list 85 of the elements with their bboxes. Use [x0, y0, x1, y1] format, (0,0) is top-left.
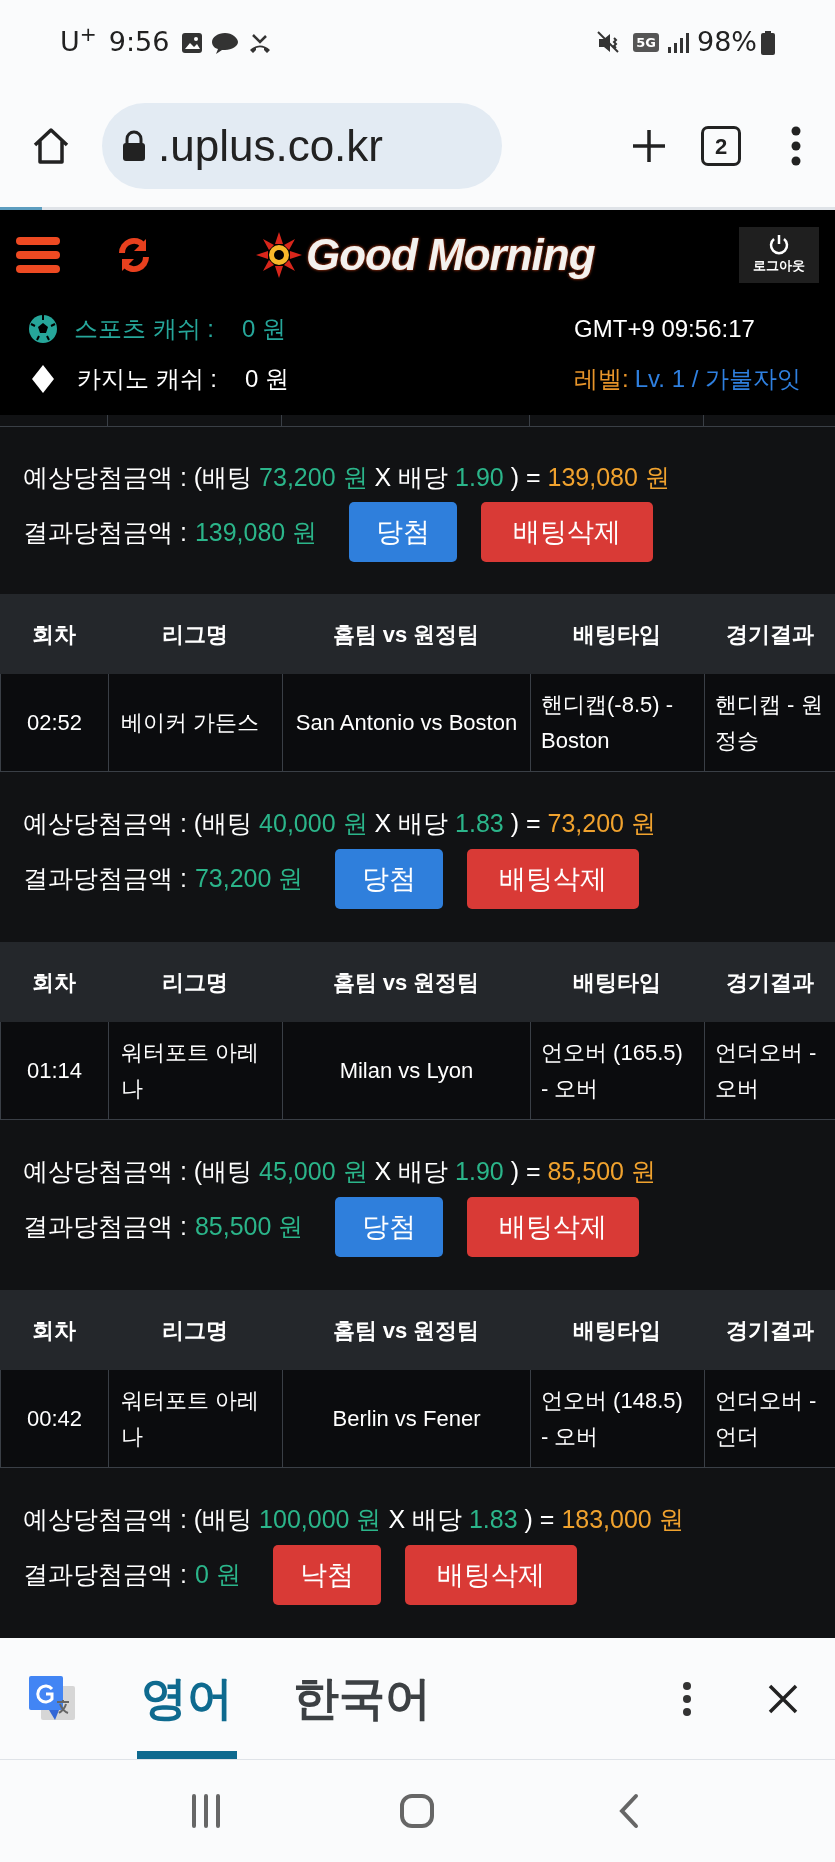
column-header: 회차: [31, 620, 77, 649]
tab-count-button[interactable]: 2: [701, 126, 741, 166]
delete-bet-button[interactable]: 배팅삭제: [467, 1196, 640, 1257]
delete-bet-button[interactable]: 배팅삭제: [404, 1544, 577, 1605]
column-header: 리그명: [161, 968, 229, 997]
plus-icon: [631, 128, 667, 164]
column-header: 회차: [31, 1316, 77, 1345]
battery-icon: [761, 30, 775, 55]
column-header: 홈팀 vs 원정팀: [331, 620, 481, 649]
table-cell-text: 언오버 (165.5) - 오버: [541, 1038, 684, 1103]
column-header: 배팅타입: [572, 968, 662, 997]
recent-apps-icon: [189, 1794, 222, 1828]
result-payout-amount: 73,200 원: [194, 863, 304, 894]
level-value: Lv. 1 / 가불자잇: [634, 363, 801, 394]
expected-payout-text: 예상당첨금액 : (배팅 73,200 원 X 배당 1.90 ) = 139,080 원: [23, 461, 671, 493]
table-cell-text: Berlin vs Fener: [332, 1404, 481, 1433]
table-cell-text: 02:52: [26, 708, 83, 737]
column-header: 회차: [31, 968, 77, 997]
more-icon: [682, 1680, 692, 1717]
table-cell-text: 핸디캡(-8.5) - Boston: [541, 690, 674, 755]
table-cell-text: 워터포트 아레나: [121, 1038, 261, 1103]
column-header: 배팅타입: [572, 620, 662, 649]
table-cell-text: 언오버 (148.5) - 오버: [541, 1386, 684, 1451]
table-cell-text: 워터포트 아레나: [121, 1386, 261, 1451]
menu-icon: [16, 235, 60, 275]
lock-icon: [122, 130, 146, 162]
column-header: 리그명: [161, 1316, 229, 1345]
more-icon: [791, 126, 801, 166]
delete-bet-button[interactable]: 배팅삭제: [467, 848, 640, 909]
site-logo-text: Good Morning: [306, 229, 595, 281]
column-header: 경기결과: [724, 968, 815, 997]
casino-cash-label: 카지노 캐쉬 :: [77, 363, 218, 394]
sun-logo-icon: [256, 232, 302, 278]
result-status-button[interactable]: 당첨: [335, 848, 444, 909]
signal-icon: [667, 31, 689, 54]
battery-percent: 98%: [697, 25, 757, 60]
expected-payout-text: 예상당첨금액 : (배팅 45,000 원 X 배당 1.90 ) = 85,500 원: [23, 1156, 657, 1188]
result-payout-amount: 0 원: [194, 1559, 241, 1590]
chat-bubble-icon: [211, 30, 240, 55]
table-cell-text: 언더오버 - 언더: [715, 1386, 818, 1451]
delete-bet-button[interactable]: 배팅삭제: [481, 502, 654, 563]
casino-cash-value: 0 원: [245, 363, 289, 394]
home-icon: [31, 126, 71, 166]
column-header: 배팅타입: [572, 1316, 662, 1345]
server-clock: GMT+9 09:56:17: [574, 313, 756, 344]
result-status-button[interactable]: 당첨: [335, 1196, 444, 1257]
column-header: 홈팀 vs 원정팀: [331, 1316, 481, 1345]
result-payout-label: 결과당첨금액 :: [23, 1211, 187, 1242]
result-payout-amount: 85,500 원: [194, 1211, 304, 1242]
expected-payout-text: 예상당첨금액 : (배팅 40,000 원 X 배당 1.83 ) = 73,200 원: [23, 808, 657, 840]
url-text: .uplus.co.kr: [158, 120, 383, 172]
result-status-button[interactable]: 낙첨: [272, 1544, 381, 1605]
table-cell-text: 01:14: [26, 1056, 83, 1085]
result-payout-label: 결과당첨금액 :: [23, 516, 187, 548]
close-icon: [768, 1683, 798, 1714]
column-header: 경기결과: [724, 1316, 815, 1345]
result-payout-amount: 139,080 원: [194, 516, 318, 548]
table-cell-text: Milan vs Lyon: [339, 1056, 474, 1085]
diamond-icon: [31, 363, 55, 394]
sports-cash-label: 스포츠 캐쉬 :: [74, 313, 215, 344]
column-header: 경기결과: [724, 620, 815, 649]
table-cell-text: 베이커 가든스: [121, 708, 260, 737]
back-icon: [618, 1793, 641, 1829]
expected-payout-text: 예상당첨금액 : (배팅 100,000 원 X 배당 1.83 ) = 183,000 원: [23, 1504, 685, 1536]
table-cell-text: 핸디캡 - 원정승: [715, 690, 824, 755]
power-icon: [768, 234, 790, 257]
soccer-ball-icon: [28, 313, 58, 344]
result-payout-label: 결과당첨금액 :: [23, 863, 187, 894]
clock-time: 9:56: [108, 25, 170, 60]
column-header: 리그명: [161, 620, 229, 649]
result-status-button[interactable]: 당첨: [349, 502, 458, 563]
network-type-badge: 5G: [633, 32, 659, 53]
language-tab[interactable]: 한국어: [289, 1638, 435, 1759]
table-cell-text: San Antonio vs Boston: [295, 708, 518, 737]
result-payout-label: 결과당첨금액 :: [23, 1559, 187, 1590]
carrier-label: U$^{+}$: [60, 22, 97, 60]
refresh-icon: [116, 237, 152, 273]
table-cell-text: 언더오버 - 오버: [715, 1038, 818, 1103]
logout-button[interactable]: 로그아웃: [739, 227, 819, 283]
level-label: 레벨:: [574, 363, 629, 394]
address-bar[interactable]: .uplus.co.kr: [102, 103, 502, 189]
column-header: 홈팀 vs 원정팀: [331, 968, 481, 997]
image-icon: [181, 31, 204, 54]
sports-cash-value: 0 원: [242, 313, 286, 344]
table-cell-text: 00:42: [26, 1404, 83, 1433]
